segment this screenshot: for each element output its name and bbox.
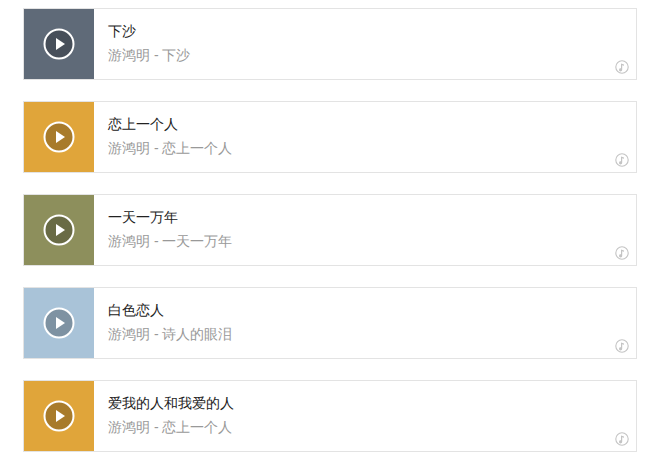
music-logo-icon[interactable] bbox=[615, 432, 629, 446]
album-cover[interactable] bbox=[24, 381, 94, 451]
album-cover[interactable] bbox=[24, 9, 94, 79]
song-card[interactable]: 恋上一个人游鸿明 - 恋上一个人 bbox=[23, 101, 637, 173]
song-title[interactable]: 一天一万年 bbox=[108, 208, 232, 226]
song-subtitle: 游鸿明 - 恋上一个人 bbox=[108, 139, 232, 157]
song-info: 爱我的人和我爱的人游鸿明 - 恋上一个人 bbox=[94, 381, 264, 451]
song-card[interactable]: 白色恋人游鸿明 - 诗人的眼泪 bbox=[23, 287, 637, 359]
song-subtitle: 游鸿明 - 下沙 bbox=[108, 46, 190, 64]
music-logo-icon[interactable] bbox=[615, 246, 629, 260]
song-title[interactable]: 下沙 bbox=[108, 22, 190, 40]
play-icon[interactable] bbox=[43, 400, 75, 432]
album-cover[interactable] bbox=[24, 195, 94, 265]
song-title[interactable]: 恋上一个人 bbox=[108, 115, 232, 133]
song-card[interactable]: 下沙游鸿明 - 下沙 bbox=[23, 8, 637, 80]
music-logo-icon[interactable] bbox=[615, 153, 629, 167]
play-icon[interactable] bbox=[43, 121, 75, 153]
music-logo-icon[interactable] bbox=[615, 339, 629, 353]
song-list: 下沙游鸿明 - 下沙恋上一个人游鸿明 - 恋上一个人一天一万年游鸿明 - 一天一… bbox=[0, 0, 670, 452]
song-subtitle: 游鸿明 - 诗人的眼泪 bbox=[108, 325, 232, 343]
song-subtitle: 游鸿明 - 恋上一个人 bbox=[108, 418, 234, 436]
album-cover[interactable] bbox=[24, 288, 94, 358]
song-info: 白色恋人游鸿明 - 诗人的眼泪 bbox=[94, 288, 262, 358]
song-card[interactable]: 一天一万年游鸿明 - 一天一万年 bbox=[23, 194, 637, 266]
song-title[interactable]: 白色恋人 bbox=[108, 301, 232, 319]
song-title[interactable]: 爱我的人和我爱的人 bbox=[108, 394, 234, 412]
play-icon[interactable] bbox=[43, 214, 75, 246]
music-logo-icon[interactable] bbox=[615, 60, 629, 74]
album-cover[interactable] bbox=[24, 102, 94, 172]
song-subtitle: 游鸿明 - 一天一万年 bbox=[108, 232, 232, 250]
song-card[interactable]: 爱我的人和我爱的人游鸿明 - 恋上一个人 bbox=[23, 380, 637, 452]
play-icon[interactable] bbox=[43, 307, 75, 339]
song-info: 恋上一个人游鸿明 - 恋上一个人 bbox=[94, 102, 262, 172]
song-info: 下沙游鸿明 - 下沙 bbox=[94, 9, 220, 79]
song-info: 一天一万年游鸿明 - 一天一万年 bbox=[94, 195, 262, 265]
play-icon[interactable] bbox=[43, 28, 75, 60]
